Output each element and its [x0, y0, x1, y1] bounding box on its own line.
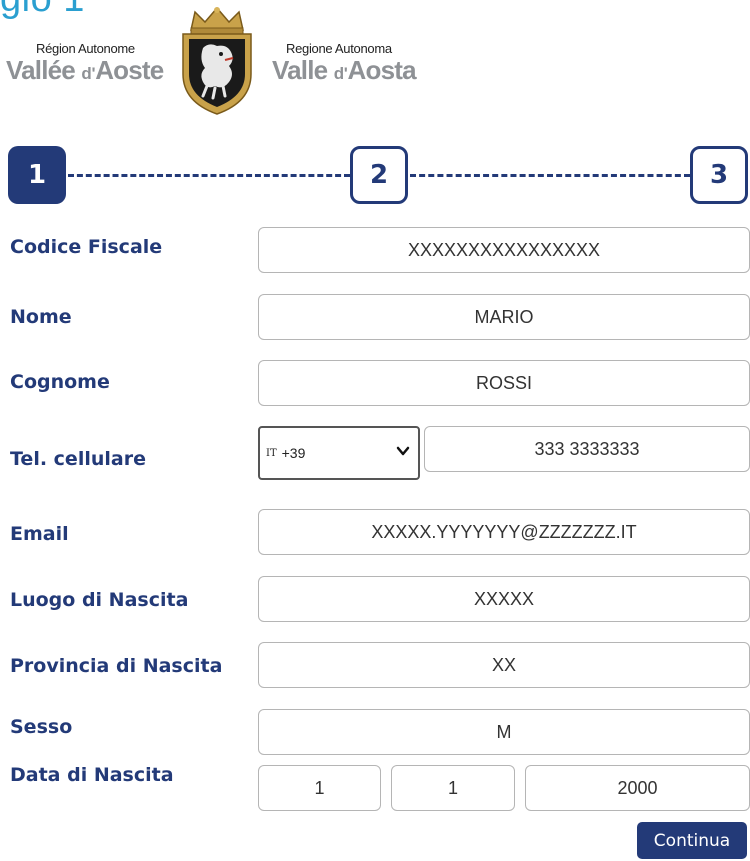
provincia-nascita-label: Provincia di Nascita	[10, 655, 223, 677]
logo-right-name: Valle d'Aosta	[272, 56, 442, 88]
nome-input[interactable]: MARIO	[258, 294, 750, 340]
step-2-indicator[interactable]: 2	[350, 146, 408, 204]
logo-valle-daosta: Regione Autonoma Valle d'Aosta	[272, 41, 442, 88]
chevron-down-icon	[396, 446, 410, 456]
email-input[interactable]: XXXXX.YYYYYYY@ZZZZZZZ.IT	[258, 509, 750, 555]
step-progress: 1 2 3	[0, 140, 750, 204]
cognome-input[interactable]: ROSSI	[258, 360, 750, 406]
provincia-nascita-input[interactable]: XX	[258, 642, 750, 688]
coat-of-arms-icon	[182, 6, 252, 115]
logo-left-part3: Aoste	[95, 55, 164, 85]
step-3-indicator[interactable]: 3	[690, 146, 748, 204]
birth-year-input[interactable]: 2000	[525, 765, 750, 811]
logo-left-part2: d'	[81, 64, 96, 83]
country-code: IT	[266, 447, 277, 459]
country-prefix-select[interactable]: IT +39	[258, 426, 420, 480]
luogo-nascita-input[interactable]: XXXXX	[258, 576, 750, 622]
birth-day-input[interactable]: 1	[258, 765, 381, 811]
logo-left-line1: Région Autonome	[36, 41, 135, 56]
nome-label: Nome	[10, 306, 72, 328]
continue-button[interactable]: Continua	[637, 822, 747, 859]
codice-fiscale-input[interactable]: XXXXXXXXXXXXXXXX	[258, 227, 750, 273]
phone-number-input[interactable]: 333 3333333	[424, 426, 750, 472]
birth-month-input[interactable]: 1	[391, 765, 515, 811]
luogo-nascita-label: Luogo di Nascita	[10, 589, 189, 611]
data-nascita-label: Data di Nascita	[10, 764, 174, 786]
step-connector-1-2	[68, 174, 350, 177]
step-connector-2-3	[410, 174, 690, 177]
step-1-indicator: 1	[8, 146, 66, 204]
codice-fiscale-label: Codice Fiscale	[10, 236, 163, 258]
tel-cellulare-label: Tel. cellulare	[10, 448, 146, 470]
logo-right-part1: Valle	[272, 55, 334, 85]
logo-right-part2: d'	[333, 64, 348, 83]
logo-left-part1: Vallée	[6, 55, 82, 85]
sesso-input[interactable]: M	[258, 709, 750, 755]
country-prefix: +39	[281, 445, 306, 461]
logo-valle-daoste: Région Autonome Vallée d'Aoste	[6, 41, 176, 88]
sesso-label: Sesso	[10, 716, 73, 738]
cognome-label: Cognome	[10, 371, 110, 393]
logo-right-line1: Regione Autonoma	[286, 41, 392, 56]
logo-right-part3: Aosta	[347, 55, 417, 85]
logo-left-name: Vallée d'Aoste	[6, 56, 176, 88]
email-label: Email	[10, 523, 69, 545]
page-title: gio 1	[0, 0, 85, 21]
